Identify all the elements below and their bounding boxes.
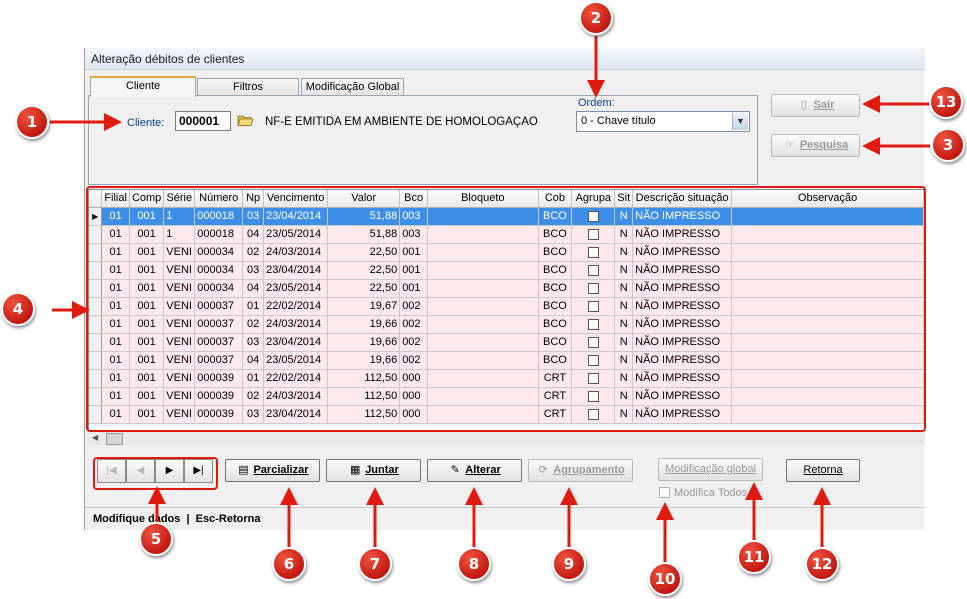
ordem-value: 0 - Chave título (581, 115, 656, 127)
status-bar: Modifique dados | Esc-Retorna (85, 507, 925, 530)
scroll-thumb[interactable] (106, 433, 123, 445)
alterar-button[interactable]: ✎ Alterar (427, 459, 522, 482)
window-title: Alteração débitos de clientes (91, 52, 245, 66)
callout-13: 13 (929, 85, 963, 119)
sair-button[interactable]: ▯ Sair (771, 94, 860, 117)
callout-5: 5 (139, 522, 173, 556)
callout-2: 2 (579, 1, 613, 35)
cliente-panel (88, 95, 758, 185)
nav-highlight-box (93, 457, 218, 490)
modifica-todos-checkbox[interactable]: Modifica Todos (659, 487, 747, 499)
modificacao-global-button[interactable]: Modificação global (658, 458, 763, 481)
edit-icon: ✎ (450, 464, 460, 476)
cliente-code-input[interactable]: 000001 (175, 111, 231, 131)
callout-8: 8 (457, 547, 491, 581)
refresh-icon: ⟳ (538, 464, 548, 476)
callout-7: 7 (358, 547, 392, 581)
callout-3: 3 (931, 128, 965, 162)
search-hand-icon: ☞ (784, 139, 795, 151)
callout-9: 9 (552, 547, 586, 581)
join-icon: ▦ (349, 464, 361, 476)
ordem-label: Ordem: (578, 97, 615, 109)
exit-door-icon: ▯ (800, 99, 807, 111)
pesquisa-button[interactable]: ☞ Pesquisa (771, 134, 860, 157)
tab-modificacao-global[interactable]: Modificação Global (301, 78, 404, 96)
callout-1: 1 (15, 105, 49, 139)
split-icon: ▤ (238, 464, 249, 476)
callout-6: 6 (272, 547, 306, 581)
scroll-left-icon[interactable]: ◀ (92, 433, 98, 442)
horizontal-scrollbar[interactable]: ◀ (88, 431, 925, 446)
retorna-button[interactable]: Retorna (786, 459, 860, 482)
cliente-label: Cliente: (127, 117, 165, 129)
grid-highlight-box (86, 186, 926, 432)
title-bar: Alteração débitos de clientes (85, 48, 925, 70)
juntar-button[interactable]: ▦ Juntar (326, 459, 421, 482)
chevron-down-icon[interactable]: ▼ (732, 113, 748, 130)
cliente-name: NF-E EMITIDA EM AMBIENTE DE HOMOLOGAÇAO (265, 116, 538, 128)
callout-4: 4 (1, 292, 35, 326)
ordem-select[interactable]: 0 - Chave título ▼ (576, 111, 750, 132)
open-folder-icon[interactable] (237, 113, 254, 127)
tab-filtros[interactable]: Filtros (197, 78, 299, 96)
agrupamento-button[interactable]: ⟳ Agrupamento (528, 459, 633, 482)
parcializar-button[interactable]: ▤ Parcializar (225, 459, 320, 482)
modifica-todos-box[interactable] (659, 487, 670, 498)
callout-11: 11 (737, 540, 771, 574)
status-text: Modifique dados | Esc-Retorna (93, 513, 261, 525)
tab-cliente[interactable]: Cliente (90, 76, 196, 97)
callout-10: 10 (648, 562, 682, 596)
callout-12: 12 (805, 547, 839, 581)
